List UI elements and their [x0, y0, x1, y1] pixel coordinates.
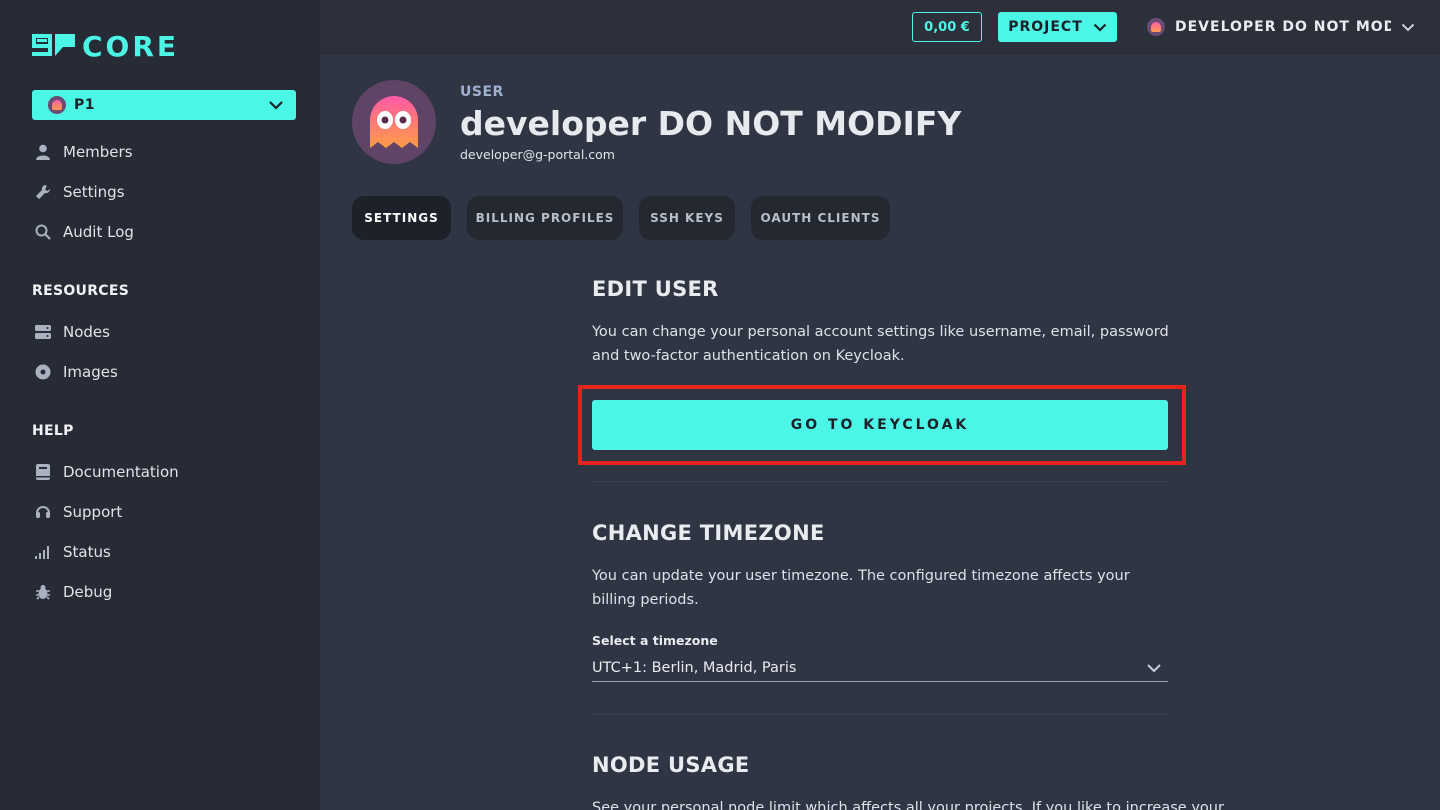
sidebar-item-label: Members — [63, 143, 133, 161]
brand-name: CORE — [82, 30, 179, 60]
sidebar-item-members[interactable]: Members — [32, 140, 133, 164]
logo[interactable]: CORE — [32, 30, 194, 60]
node-usage-title: NODE USAGE — [592, 753, 750, 777]
tab-settings[interactable]: SETTINGS — [352, 196, 451, 240]
change-timezone-title: CHANGE TIMEZONE — [592, 521, 825, 545]
project-name: P1 — [74, 97, 96, 113]
sidebar-item-label: Nodes — [63, 323, 110, 341]
sidebar-item-label: Support — [63, 503, 123, 521]
user-menu-label: DEVELOPER DO NOT MODI... — [1175, 19, 1391, 35]
user-avatar-icon — [1147, 18, 1165, 36]
search-icon — [32, 223, 54, 241]
section-divider — [592, 481, 1168, 482]
go-to-keycloak-button[interactable]: GO TO KEYCLOAK — [592, 400, 1168, 450]
resources-section-title: RESOURCES — [32, 283, 130, 299]
sidebar-item-documentation[interactable]: Documentation — [32, 460, 179, 484]
user-icon — [32, 143, 54, 161]
page-kicker: USER — [460, 84, 504, 100]
wrench-icon — [32, 183, 54, 201]
project-menu-label: PROJECT — [1008, 19, 1083, 35]
page-title: developer DO NOT MODIFY — [460, 104, 962, 143]
chevron-down-icon — [1401, 23, 1415, 31]
project-menu-button[interactable]: PROJECT — [998, 12, 1117, 42]
server-icon — [32, 323, 54, 341]
section-divider — [592, 714, 1168, 715]
sidebar-item-debug[interactable]: Debug — [32, 580, 112, 604]
sidebar-item-label: Audit Log — [63, 223, 134, 241]
sidebar-item-label: Images — [63, 363, 118, 381]
sidebar-item-support[interactable]: Support — [32, 500, 122, 524]
sidebar-item-audit-log[interactable]: Audit Log — [32, 220, 134, 244]
tab-billing-profiles[interactable]: BILLING PROFILES — [467, 196, 623, 240]
sidebar-item-label: Status — [63, 543, 111, 561]
user-menu[interactable]: DEVELOPER DO NOT MODI... — [1147, 12, 1415, 42]
help-section-title: HELP — [32, 423, 74, 439]
edit-user-title: EDIT USER — [592, 277, 719, 301]
disc-icon — [32, 363, 54, 381]
chevron-down-icon — [1147, 664, 1161, 673]
tab-ssh-keys[interactable]: SSH KEYS — [639, 196, 735, 240]
sidebar-item-images[interactable]: Images — [32, 360, 118, 384]
timezone-select[interactable]: UTC+1: Berlin, Madrid, Paris — [592, 655, 1168, 682]
sidebar-item-status[interactable]: Status — [32, 540, 111, 564]
balance-badge[interactable]: 0,00 € — [912, 12, 982, 42]
signal-icon — [32, 543, 54, 561]
project-avatar-icon — [48, 96, 66, 114]
sidebar-item-nodes[interactable]: Nodes — [32, 320, 110, 344]
top-bar: 0,00 € PROJECT DEVELOPER DO NOT MODI... — [320, 0, 1440, 54]
tab-oauth-clients[interactable]: OAUTH CLIENTS — [751, 196, 890, 240]
change-timezone-description: You can update your user timezone. The c… — [592, 568, 1130, 608]
node-usage-description: See your personal node limit which affec… — [592, 800, 1224, 810]
gcore-logo-mark: CORE — [32, 30, 179, 60]
edit-user-description: You can change your personal account set… — [592, 324, 1169, 364]
chevron-down-icon — [269, 101, 283, 110]
timezone-select-value: UTC+1: Berlin, Madrid, Paris — [592, 660, 797, 676]
book-icon — [32, 463, 54, 481]
timezone-field-label: Select a timezone — [592, 633, 718, 648]
sidebar-item-settings[interactable]: Settings — [32, 180, 125, 204]
chevron-down-icon — [1093, 23, 1107, 32]
sidebar: CORE P1 Members Settings Audit Log RESOU… — [0, 0, 320, 810]
bug-icon — [32, 583, 54, 601]
sidebar-item-label: Debug — [63, 583, 113, 601]
user-email: developer@g-portal.com — [460, 147, 615, 162]
sidebar-item-label: Documentation — [63, 463, 179, 481]
sidebar-item-label: Settings — [63, 183, 125, 201]
headset-icon — [32, 503, 54, 521]
project-selector[interactable]: P1 — [32, 90, 296, 120]
ghost-avatar-icon — [370, 96, 418, 148]
user-avatar — [352, 80, 436, 164]
